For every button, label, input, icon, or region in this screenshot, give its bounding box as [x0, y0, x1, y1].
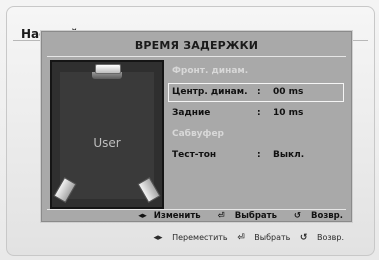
select-hint: ⏎ Выбрать: [237, 233, 293, 243]
return-icon: ↺: [299, 233, 308, 243]
dialog-footer-divider: [47, 209, 346, 210]
menu-item-separator: :: [257, 150, 261, 160]
return-hint: ↺ Возвр.: [299, 233, 344, 243]
menu-item-separator: :: [257, 108, 261, 118]
change-hint-label: Изменить: [153, 211, 201, 221]
move-hint-label: Переместить: [172, 233, 228, 242]
left-right-arrows-icon: ◂▸: [138, 211, 147, 221]
select-hint-label: Выбрать: [234, 211, 277, 221]
select-hint: ⏎ Выбрать: [211, 211, 280, 221]
enter-icon: ⏎: [237, 233, 245, 243]
menu-item-label: Центр. динам.: [172, 87, 248, 97]
dialog-title: ВРЕМЯ ЗАДЕРЖКИ: [134, 39, 259, 52]
delay-time-dialog: ВРЕМЯ ЗАДЕРЖКИ User Фронт. динам. Центр.…: [41, 31, 352, 222]
menu-item-label: Сабвуфер: [172, 129, 225, 139]
dialog-footer-hints: ◂▸ Изменить ⏎ Выбрать ↺ Возвр.: [124, 211, 343, 221]
return-hint-label: Возвр.: [317, 233, 344, 242]
menu-item-label: Тест-тон: [172, 150, 217, 160]
menu-item-value: 10 ms: [273, 108, 304, 118]
menu-item-value: Выкл.: [273, 150, 305, 160]
menu-item-test-tone[interactable]: Тест-тон : Выкл.: [168, 146, 344, 165]
room-user-label: User: [93, 136, 121, 150]
menu-item-center-speaker[interactable]: Центр. динам. : 00 ms: [168, 83, 344, 102]
menu-item-label: Фронт. динам.: [172, 66, 249, 76]
menu-item-label: Задние: [172, 108, 211, 118]
dialog-title-divider: [47, 56, 346, 57]
menu-item-subwoofer: Сабвуфер: [168, 125, 344, 144]
return-icon: ↺: [293, 211, 302, 221]
tv-screen: Настройки ◂▸ Переместить ⏎ Выбрать ↺ Воз…: [0, 0, 379, 260]
listening-room: User: [60, 72, 154, 199]
return-hint: ↺ Возвр.: [287, 211, 343, 221]
menu-item-separator: :: [257, 87, 261, 97]
center-speaker-icon: [95, 64, 121, 74]
return-hint-label: Возвр.: [311, 211, 343, 221]
enter-icon: ⏎: [217, 211, 225, 221]
move-hint: ◂▸ Переместить: [153, 233, 231, 243]
menu-item-rear-speakers[interactable]: Задние : 10 ms: [168, 104, 344, 123]
speaker-layout-diagram: User: [50, 60, 164, 209]
menu-item-front-speaker: Фронт. динам.: [168, 62, 344, 81]
select-hint-label: Выбрать: [254, 233, 291, 242]
change-hint: ◂▸ Изменить: [131, 211, 203, 221]
settings-footer-hints: ◂▸ Переместить ⏎ Выбрать ↺ Возвр.: [147, 233, 344, 243]
menu-item-value: 00 ms: [273, 87, 304, 97]
delay-settings-menu: Фронт. динам. Центр. динам. : 00 ms Задн…: [168, 62, 344, 167]
rear-right-speaker-icon: [137, 176, 161, 204]
move-arrows-icon: ◂▸: [153, 233, 163, 243]
